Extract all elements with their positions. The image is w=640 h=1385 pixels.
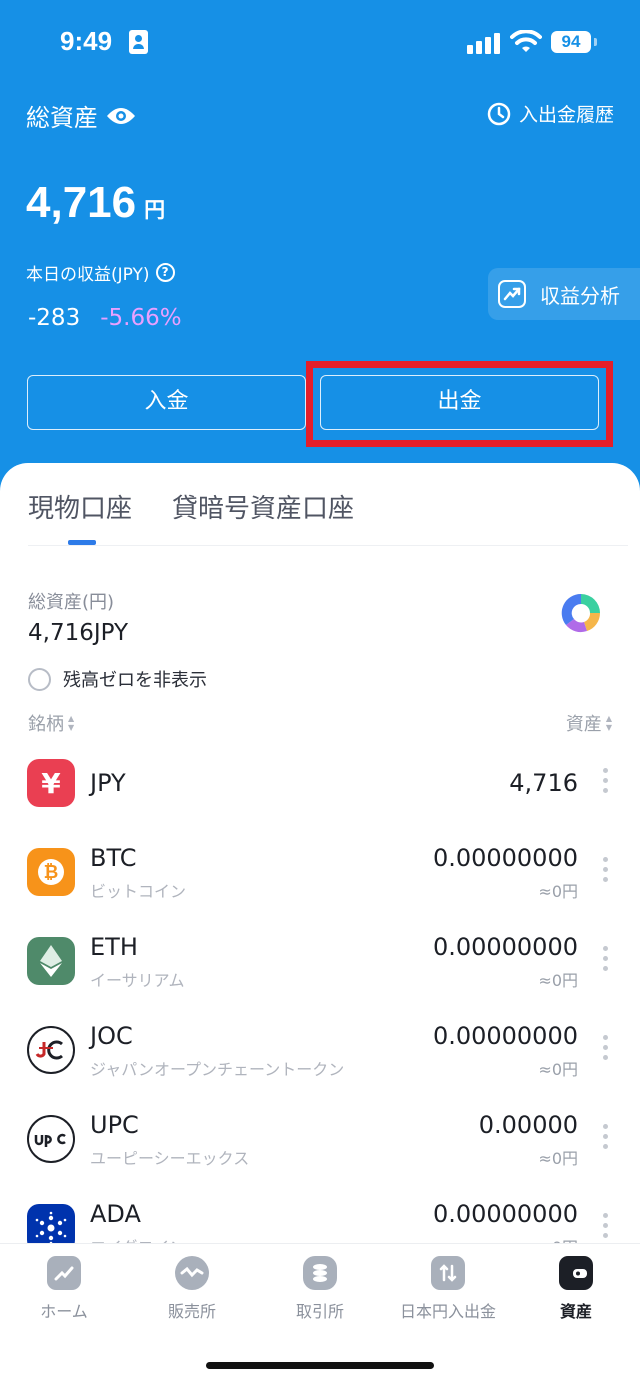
wallet-icon (559, 1256, 593, 1290)
asset-balance: 0.00000000 (432, 1200, 578, 1228)
asset-symbol: ADA (90, 1200, 141, 1228)
nav-assets[interactable]: 資産 (512, 1256, 640, 1322)
asset-symbol: JOC (90, 1022, 133, 1050)
asset-name: ジャパンオープンチェーントークン (90, 1060, 345, 1079)
trend-up-icon (498, 280, 526, 308)
total-amount-value: 4,716 (26, 178, 137, 227)
wifi-icon (510, 30, 542, 52)
svg-text:₿: ₿ (44, 862, 59, 883)
history-link[interactable]: 入出金履歴 (487, 100, 614, 127)
signal-icon (467, 32, 501, 54)
total-assets-label: 総資産 (26, 98, 136, 133)
yen-icon: ¥ (27, 759, 75, 807)
asset-jpy-value: ≈0円 (538, 1149, 578, 1168)
home-indicator (206, 1362, 434, 1369)
shop-icon (175, 1256, 209, 1290)
nav-assets-label: 資産 (559, 1302, 592, 1321)
asset-balance: 0.00000000 (432, 1022, 578, 1050)
asset-symbol: ETH (90, 933, 138, 961)
more-icon[interactable] (603, 1213, 609, 1238)
column-symbol-label: 銘柄 (28, 714, 64, 735)
home-chart-icon (47, 1256, 81, 1290)
profit-analysis-button[interactable]: 収益分析 (488, 268, 640, 320)
nav-home-label: ホーム (40, 1302, 88, 1321)
summary-label: 総資産(円) (28, 592, 115, 613)
sort-icon: ▲ ▼ (605, 714, 612, 732)
contact-card-icon (129, 30, 148, 54)
asset-row-eth[interactable]: ETH イーサリアム 0.00000000 ≈0円 (0, 933, 640, 1021)
total-amount: 4,716 円 (26, 178, 165, 228)
tab-spot-account[interactable]: 現物口座 (28, 488, 132, 525)
more-icon[interactable] (603, 946, 609, 971)
bitcoin-icon: ₿ (27, 848, 75, 896)
joc-logo-icon (27, 1026, 75, 1074)
asset-row-btc[interactable]: ₿ BTC ビットコイン 0.00000000 ≈0円 (0, 844, 640, 932)
asset-symbol: JPY (90, 769, 126, 797)
hide-zero-toggle[interactable]: 残高ゼロを非表示 (28, 666, 207, 692)
asset-name: イーサリアム (90, 971, 185, 990)
battery-icon: 94 (551, 31, 591, 53)
deposit-button[interactable]: 入金 (27, 375, 306, 430)
clock-icon (487, 102, 511, 125)
asset-symbol: BTC (90, 844, 137, 872)
asset-jpy-value: ≈0円 (538, 971, 578, 990)
status-bar: 9:49 94 (0, 26, 640, 60)
nav-exchange[interactable]: 取引所 (256, 1256, 384, 1322)
asset-row-joc[interactable]: JOC ジャパンオープンチェーントークン 0.00000000 ≈0円 (0, 1022, 640, 1110)
nav-exchange-label: 取引所 (295, 1302, 344, 1321)
asset-row-upc[interactable]: UPC ユーピーシーエックス 0.00000 ≈0円 (0, 1111, 640, 1199)
asset-row-jpy[interactable]: ¥ JPY 4,716 (0, 755, 640, 843)
nav-shop[interactable]: 販売所 (128, 1256, 256, 1322)
daily-profit-pct: -5.66% (100, 305, 182, 331)
column-assets-label: 資産 (565, 714, 602, 735)
summary-value: 4,716JPY (28, 620, 129, 646)
total-amount-unit: 円 (144, 198, 166, 222)
ethereum-icon (27, 937, 75, 985)
daily-profit-abs: -283 (28, 305, 81, 331)
total-assets-text: 総資産 (26, 104, 98, 132)
asset-name: ビットコイン (90, 882, 187, 901)
profit-analysis-label: 収益分析 (540, 283, 620, 308)
nav-yen-transfer-label: 日本円入出金 (399, 1302, 496, 1321)
more-icon[interactable] (603, 857, 609, 882)
asset-symbol: UPC (90, 1111, 139, 1139)
asset-balance: 0.00000000 (432, 844, 578, 872)
account-tabs: 現物口座 貸暗号資産口座 (28, 488, 354, 525)
asset-jpy-value: ≈0円 (538, 1060, 578, 1079)
nav-shop-label: 販売所 (167, 1302, 216, 1321)
daily-profit-label: 本日の収益(JPY) ? (26, 260, 175, 285)
asset-name: ユーピーシーエックス (90, 1149, 250, 1168)
hide-zero-radio[interactable] (28, 667, 51, 691)
more-icon[interactable] (603, 1035, 609, 1060)
more-icon[interactable] (603, 1124, 609, 1149)
more-icon[interactable] (603, 768, 609, 793)
asset-jpy-value: ≈0円 (538, 882, 578, 901)
help-icon[interactable]: ? (155, 263, 175, 282)
asset-balance: 4,716 (509, 769, 578, 797)
sort-icon: ▲ ▼ (68, 714, 75, 732)
tabs-divider (28, 545, 628, 546)
battery-tip (594, 38, 597, 46)
upc-logo-icon (27, 1115, 75, 1163)
daily-profit-text: 本日の収益(JPY) (26, 265, 150, 285)
asset-balance: 0.00000 (478, 1111, 578, 1139)
yen-transfer-icon (431, 1256, 465, 1290)
hide-zero-label: 残高ゼロを非表示 (63, 670, 207, 691)
column-header-assets[interactable]: 資産 ▲ ▼ (566, 710, 612, 736)
pie-chart-icon[interactable] (560, 592, 602, 634)
history-label: 入出金履歴 (518, 104, 614, 126)
asset-balance: 0.00000000 (432, 933, 578, 961)
daily-profit: -283 -5.66% (28, 305, 182, 331)
nav-yen-transfer[interactable]: 日本円入出金 (384, 1256, 512, 1322)
eye-icon[interactable] (106, 106, 136, 126)
nav-home[interactable]: ホーム (0, 1256, 128, 1322)
status-time: 9:49 (60, 26, 113, 56)
withdraw-highlight-box (306, 361, 613, 447)
exchange-icon (303, 1256, 337, 1290)
tab-lending-account[interactable]: 貸暗号資産口座 (172, 488, 354, 525)
column-header-symbol[interactable]: 銘柄 ▲ ▼ (28, 710, 74, 736)
